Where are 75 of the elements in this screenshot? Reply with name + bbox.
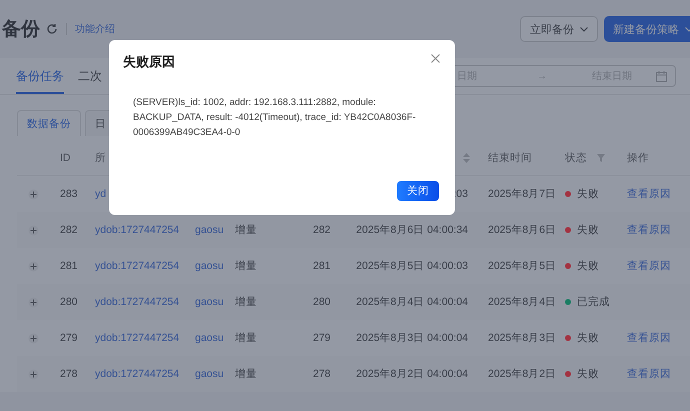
user-link[interactable]: gaosu: [195, 260, 224, 272]
column-header: 操作: [627, 151, 649, 165]
column-header: 结束时间: [488, 151, 532, 165]
calendar-icon: [656, 70, 667, 82]
project-link[interactable]: ydob:1727447254: [95, 224, 180, 236]
error-message: (SERVER)ls_id: 1002, addr: 192.168.3.111:2882, module: BACKUP_DATA, result: -4012(Timeout), trace_id: YB42C0A8036F-0006399AB49C3EA4-0-0: [133, 96, 417, 140]
expand-plus-icon[interactable]: [28, 260, 39, 272]
view-reason-link[interactable]: 查看原因: [627, 367, 671, 381]
tab[interactable]: 二次: [78, 58, 102, 94]
column-header: 状态: [565, 151, 587, 165]
table-cell: 279: [60, 332, 78, 344]
table-cell: 279: [313, 332, 331, 344]
table-cell: :03: [453, 188, 468, 200]
status-text: 已完成: [577, 295, 610, 309]
table-cell: 增量: [235, 295, 257, 309]
project-link[interactable]: ydob:1727447254: [95, 260, 180, 272]
table-cell: 282: [60, 224, 78, 236]
expand-plus-icon[interactable]: [28, 296, 39, 308]
user-link[interactable]: gaosu: [195, 224, 224, 236]
user-link[interactable]: gaosu: [195, 296, 224, 308]
status-text: 失败: [577, 259, 599, 273]
sub-tab[interactable]: 数据备份: [17, 110, 81, 136]
status-text: 失败: [577, 367, 599, 381]
table-cell: 278: [313, 368, 331, 380]
table-cell: 282: [313, 224, 331, 236]
close-icon[interactable]: [431, 54, 440, 63]
table-cell: 增量: [235, 331, 257, 345]
project-link[interactable]: yd: [95, 188, 106, 200]
user-link[interactable]: gaosu: [195, 368, 224, 380]
view-reason-link[interactable]: 查看原因: [627, 223, 671, 237]
table-cell: 增量: [235, 367, 257, 381]
refresh-icon[interactable]: [46, 23, 58, 35]
table-cell: 2025年8月4日 04:00:04: [356, 295, 468, 309]
column-header: ID: [60, 152, 70, 164]
dropdown-button[interactable]: 新建备份策略: [604, 16, 690, 42]
user-link[interactable]: gaosu: [195, 332, 224, 344]
project-link[interactable]: ydob:1727447254: [95, 368, 180, 380]
project-link[interactable]: ydob:1727447254: [95, 332, 180, 344]
table-cell: 增量: [235, 259, 257, 273]
project-link[interactable]: ydob:1727447254: [95, 296, 180, 308]
expand-plus-icon[interactable]: [28, 224, 39, 236]
dialog-title: 失败原因: [123, 53, 175, 71]
table-cell: 2025年8月3日 04:00:04: [356, 331, 468, 345]
table-cell: 2025年8月5日 04:00:03: [356, 259, 468, 273]
table-cell: 2025年8月5日: [488, 259, 556, 273]
table-cell: 283: [60, 188, 78, 200]
table-cell: 2025年8月2日: [488, 367, 556, 381]
expand-plus-icon[interactable]: [28, 188, 39, 200]
intro-link[interactable]: 功能介绍: [75, 22, 115, 36]
table-cell: 增量: [235, 223, 257, 237]
table-cell: 2025年8月7日: [488, 187, 556, 201]
expand-plus-icon[interactable]: [28, 368, 39, 380]
status-text: 失败: [577, 223, 599, 237]
status-text: 失败: [577, 187, 599, 201]
expand-plus-icon[interactable]: [28, 332, 39, 344]
dropdown-button[interactable]: 立即备份: [520, 16, 598, 42]
table-cell: 2025年8月4日: [488, 295, 556, 309]
page-title: 备份: [2, 18, 40, 42]
table-cell: 2025年8月6日 04:00:34: [356, 223, 468, 237]
close-button[interactable]: 关闭: [397, 181, 439, 201]
view-reason-link[interactable]: 查看原因: [627, 259, 671, 273]
table-cell: 281: [60, 260, 78, 272]
table-cell: 278: [60, 368, 78, 380]
view-reason-link[interactable]: 查看原因: [627, 331, 671, 345]
table-cell: 2025年8月6日: [488, 223, 556, 237]
table-cell: 281: [313, 260, 331, 272]
table-cell: 280: [313, 296, 331, 308]
table-cell: 2025年8月2日 04:00:04: [356, 367, 468, 381]
caret-icon: [580, 26, 588, 32]
view-reason-link[interactable]: 查看原因: [627, 187, 671, 201]
table-cell: 280: [60, 296, 78, 308]
tab[interactable]: 备份任务: [16, 58, 64, 94]
column-header: 所: [95, 151, 106, 165]
status-text: 失败: [577, 331, 599, 345]
table-cell: 2025年8月3日: [488, 331, 556, 345]
